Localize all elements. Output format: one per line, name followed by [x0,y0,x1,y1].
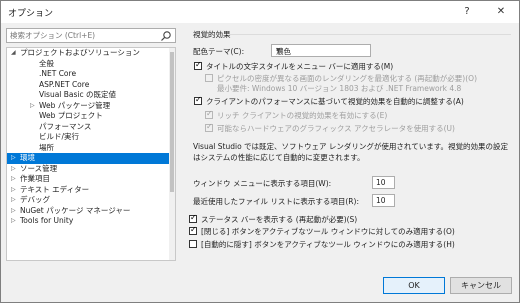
chevron-down-icon: ▼ [276,47,281,54]
section-title: 視覚的効果 [193,30,231,39]
ok-button[interactable]: OK [383,277,445,294]
collapsed-arrow-icon[interactable]: ▷ [11,216,16,227]
auto-adjust-checkbox[interactable] [194,95,202,105]
collapsed-arrow-icon[interactable]: ▷ [11,206,16,217]
collapsed-arrow-icon[interactable]: ▷ [11,185,16,196]
window-menu-input[interactable]: 10 [372,176,395,189]
options-tree[interactable]: ◢ プロジェクトおよびソリューション 全般 .NET Core ASP.NET … [6,47,176,261]
rich-client-label: リッチ クライアントの視覚的効果を有効にする(E) [217,111,388,120]
title-bar: オプション ? ✕ [1,1,519,23]
status-bar-label: ステータス バーを表示する (再起動が必要)(S) [201,215,358,224]
expanded-arrow-icon[interactable]: ◢ [11,48,16,59]
collapsed-arrow-icon[interactable]: ▷ [11,174,16,185]
hw-accel-checkbox[interactable] [205,122,213,132]
title-style-checkbox[interactable] [194,60,202,70]
help-button[interactable]: ? [456,4,478,20]
rich-client-checkbox[interactable] [205,109,213,119]
scrollbar-thumb[interactable] [170,52,174,192]
settings-pane: 視覚的効果 配色テーマ(C): 濃色 ▼ タイトルの文字スタイルをメニュー バー… [187,27,513,259]
search-icon[interactable] [160,30,172,42]
optimize-dpi-checkbox[interactable] [205,74,213,82]
cancel-button[interactable]: キャンセル [450,277,512,294]
optimize-dpi-note: 最小要件: Windows 10 バージョン 1803 および .NET Fra… [217,84,462,93]
recent-files-label: 最近使用したファイル リストに表示する項目(R): [193,197,359,206]
tree-item-performance[interactable]: パフォーマンス [7,122,175,133]
section-divider [229,34,511,35]
tree-item-netcore[interactable]: .NET Core [7,69,175,80]
autohide-checkbox[interactable] [189,240,197,248]
options-dialog: オプション ? ✕ ◢ プロジェクトおよびソリューション 全般 .NET Cor… [0,0,520,303]
tree-item-tools-unity[interactable]: ▷ Tools for Unity [7,216,175,227]
tree-item-text-editor[interactable]: ▷ テキスト エディター [7,185,175,196]
status-bar-checkbox[interactable] [189,213,197,223]
tree-item-web-project[interactable]: Web プロジェクト [7,111,175,122]
tree-item-debug[interactable]: ▷ デバッグ [7,195,175,206]
title-style-label: タイトルの文字スタイルをメニュー バーに適用する(M) [206,62,394,71]
tree-item-aspnetcore[interactable]: ASP.NET Core [7,80,175,91]
tree-item-build-run[interactable]: ビルド/実行 [7,132,175,143]
close-button-label: [閉じる] ボタンをアクティブなツール ウィンドウに対してのみ適用する(O) [201,227,455,236]
tree-item-general[interactable]: 全般 [7,59,175,70]
tree-item-work-items[interactable]: ▷ 作業項目 [7,174,175,185]
tree-item-locations[interactable]: 場所 [7,143,175,154]
close-button-checkbox[interactable] [189,225,197,235]
recent-files-input[interactable]: 10 [372,194,395,207]
collapsed-arrow-icon[interactable]: ▷ [11,164,16,175]
tree-item-projects-solutions[interactable]: ◢ プロジェクトおよびソリューション [7,48,175,59]
search-input[interactable] [7,29,160,42]
search-box[interactable] [6,28,176,43]
tree-item-vb-defaults[interactable]: Visual Basic の既定値 [7,90,175,101]
tree-item-nuget[interactable]: ▷ NuGet パッケージ マネージャー [7,206,175,217]
autohide-label: [自動的に隠す] ボタンをアクティブなツール ウィンドウにのみ適用する(H) [201,240,455,249]
window-menu-label: ウィンドウ メニューに表示する項目(W): [193,179,332,188]
collapsed-arrow-icon[interactable]: ▷ [11,153,16,164]
close-button[interactable]: ✕ [490,4,512,20]
auto-adjust-label: クライアントのパフォーマンスに基づいて視覚的効果を自動的に調整する(A) [206,97,464,106]
tree-item-environment[interactable]: ▷ 環境 [7,153,175,164]
tree-item-web-package[interactable]: ▷ Web パッケージ管理 [7,101,175,112]
theme-label: 配色テーマ(C): [193,47,245,56]
collapsed-arrow-icon[interactable]: ▷ [11,195,16,206]
theme-select[interactable]: 濃色 ▼ [271,44,371,57]
collapsed-arrow-icon[interactable]: ▷ [30,101,35,112]
description-text: Visual Studio では既定、ソフトウェア レンダリングが使用されていま… [193,142,508,162]
window-title: オプション [8,9,54,19]
hw-accel-label: 可能ならハードウェアのグラフィックス アクセラレータを使用する(U) [217,124,455,133]
tree-item-source-control[interactable]: ▷ ソース管理 [7,164,175,175]
tree-scrollbar[interactable] [169,48,175,260]
